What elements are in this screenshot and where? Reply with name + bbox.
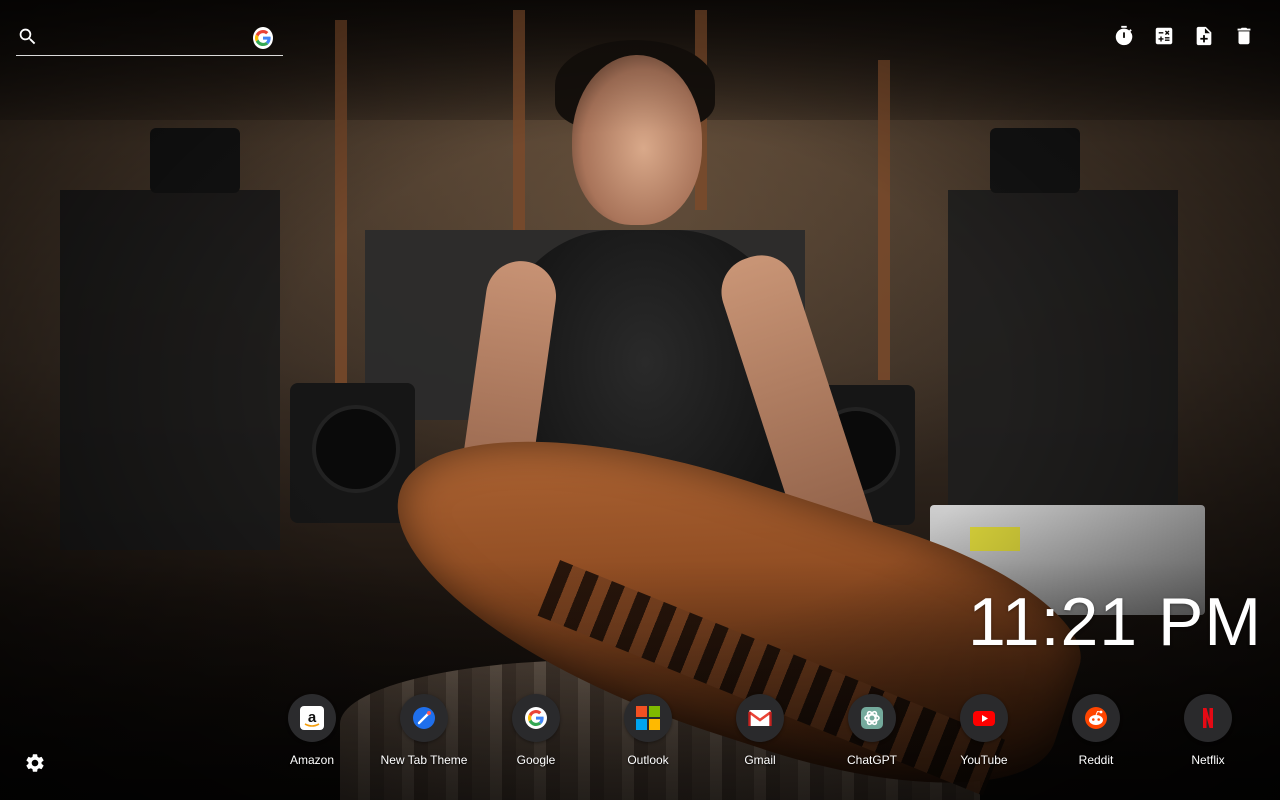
shortcut-label: YouTube — [960, 753, 1008, 767]
chatgpt-icon — [848, 694, 896, 742]
calculator-icon[interactable] — [1152, 24, 1176, 48]
shortcut-outlook[interactable]: Outlook — [592, 694, 704, 774]
youtube-icon — [960, 694, 1008, 742]
search-icon[interactable] — [17, 26, 38, 50]
new-tab-theme-icon — [400, 694, 448, 742]
shortcut-google[interactable]: Google — [480, 694, 592, 774]
google-icon — [512, 694, 560, 742]
microsoft-icon — [624, 694, 672, 742]
shortcut-label: Netflix — [1191, 753, 1225, 767]
amazon-icon: a — [288, 694, 336, 742]
background-image — [0, 0, 1280, 800]
shortcut-gmail[interactable]: Gmail — [704, 694, 816, 774]
reddit-icon — [1072, 694, 1120, 742]
trash-icon[interactable] — [1232, 24, 1256, 48]
clock-display: 11:21 PM — [967, 584, 1262, 660]
shortcut-label: ChatGPT — [846, 753, 897, 767]
shortcut-label: New Tab Theme — [380, 753, 468, 767]
gmail-icon — [736, 694, 784, 742]
shortcut-youtube[interactable]: YouTube — [928, 694, 1040, 774]
shortcut-bar: a Amazon New Tab Theme Google Outlook Gm… — [256, 694, 1264, 774]
shortcut-reddit[interactable]: Reddit — [1040, 694, 1152, 774]
shortcut-amazon[interactable]: a Amazon — [256, 694, 368, 774]
shortcut-new-tab-theme[interactable]: New Tab Theme — [368, 694, 480, 774]
toolbar — [1112, 24, 1256, 48]
file-plus-icon[interactable] — [1192, 24, 1216, 48]
search-input[interactable] — [38, 22, 254, 53]
gear-icon[interactable] — [24, 752, 48, 776]
netflix-icon — [1184, 694, 1232, 742]
shortcut-label: Outlook — [627, 753, 669, 767]
shortcut-label: Amazon — [289, 753, 335, 767]
svg-text:a: a — [308, 709, 317, 726]
shortcut-chatgpt[interactable]: ChatGPT — [816, 694, 928, 774]
shortcut-netflix[interactable]: Netflix — [1152, 694, 1264, 774]
google-icon[interactable] — [253, 26, 273, 49]
shortcut-label: Reddit — [1078, 753, 1114, 767]
shortcut-label: Google — [516, 753, 556, 767]
search-bar — [16, 20, 283, 56]
shortcut-label: Gmail — [744, 753, 776, 767]
stopwatch-icon[interactable] — [1112, 24, 1136, 48]
